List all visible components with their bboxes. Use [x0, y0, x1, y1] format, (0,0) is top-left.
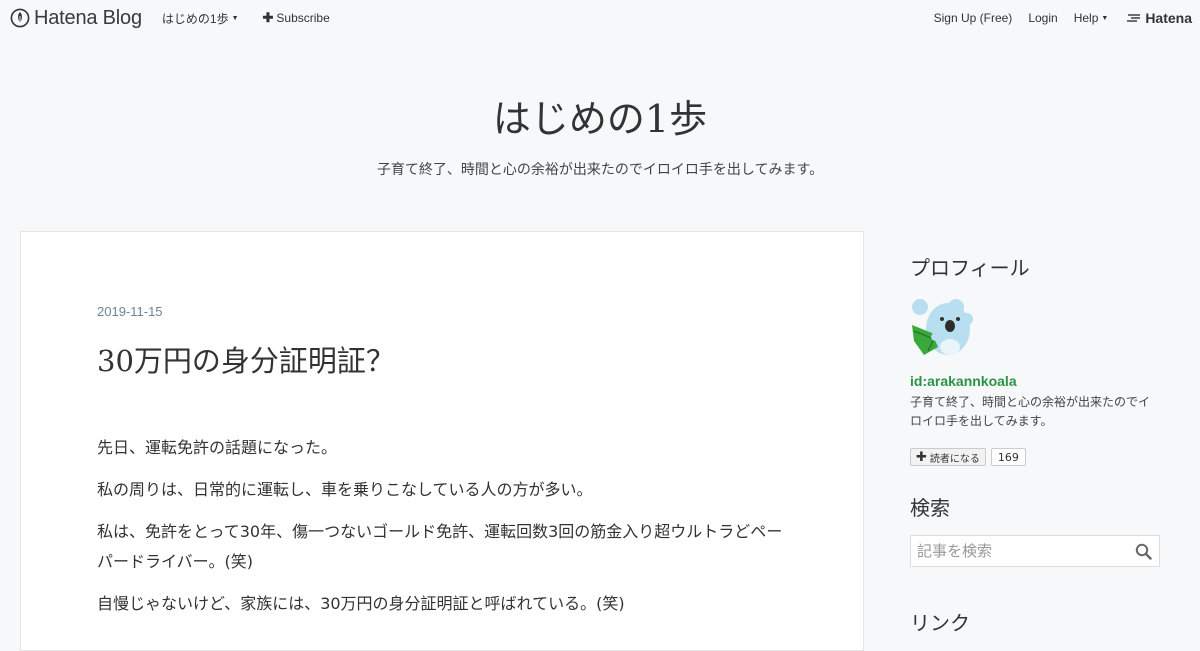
- plus-icon: ✚: [262, 10, 274, 25]
- caret-down-icon: ▼: [231, 14, 239, 22]
- topbar-right: Sign Up (Free) Login Help ▼ Hatena: [934, 0, 1200, 36]
- search-module-title: 検索: [910, 496, 950, 520]
- entry-paragraph: 先日、運転免許の話題になった。: [97, 438, 338, 457]
- search-input[interactable]: [911, 536, 1121, 566]
- signup-link[interactable]: Sign Up (Free): [934, 11, 1013, 25]
- hatena-mark-icon: [1127, 14, 1141, 22]
- top-navigation-bar: Hatena Blog はじめの1歩 ▼ ✚ Subscribe Sign Up…: [0, 0, 1200, 36]
- caret-down-icon: ▼: [1101, 14, 1109, 22]
- pen-nib-icon: [10, 8, 30, 28]
- search-icon[interactable]: [1135, 543, 1152, 560]
- entry-card: 2019-11-15 30万円の身分証明証？ 先日、運転免許の話題になった。 私…: [20, 231, 864, 651]
- help-label: Help: [1073, 11, 1099, 25]
- blog-description: 子育て終了、時間と心の余裕が出来たのでイロイロ手を出してみます。: [376, 162, 824, 178]
- search-form: [910, 535, 1160, 567]
- blog-menu-dropdown[interactable]: はじめの1歩 ▼: [162, 10, 239, 27]
- brand-name: Hatena Blog: [34, 6, 142, 29]
- profile-id-link[interactable]: id:arakannkoala: [910, 373, 1160, 389]
- entry-paragraph: 私の周りは、日常的に運転し、車を乗りこなしている人の方が多い。: [97, 480, 593, 499]
- become-reader-label: 読者になる: [929, 453, 980, 465]
- entry-paragraph: 自慢じゃないけど、家族には、30万円の身分証明証と呼ばれている。(笑): [97, 594, 625, 613]
- profile-description: 子育て終了、時間と心の余裕が出来たのでイロイロ手を出してみます。: [910, 395, 1151, 428]
- sidebar: プロフィール id:arakannkoala 子育て終了、時間と心の余裕が出来た…: [910, 252, 1160, 636]
- profile-module-title: プロフィール: [910, 256, 1030, 280]
- become-reader-button[interactable]: ✚ 読者になる: [910, 448, 986, 466]
- entry-body: 先日、運転免許の話題になった。 私の周りは、日常的に運転し、車を乗りこなしている…: [97, 433, 797, 631]
- reader-row: ✚ 読者になる 169: [910, 448, 1160, 466]
- topbar-left: Hatena Blog はじめの1歩 ▼ ✚ Subscribe: [0, 0, 330, 36]
- blog-title[interactable]: はじめの1歩: [0, 88, 1200, 143]
- login-link[interactable]: Login: [1028, 11, 1057, 25]
- entry-paragraph: 私は、免許をとって30年、傷一つないゴールド免許、運転回数3回の筋金入り超ウルト…: [97, 522, 783, 571]
- subscribe-button[interactable]: ✚ Subscribe: [263, 10, 330, 26]
- blog-menu-label: はじめの1歩: [161, 11, 229, 26]
- reader-count-badge: 169: [990, 448, 1026, 466]
- entry-date[interactable]: 2019-11-15: [97, 304, 163, 319]
- subscribe-label: Subscribe: [276, 11, 330, 25]
- hatena-wordmark: Hatena: [1145, 10, 1192, 26]
- entry-title[interactable]: 30万円の身分証明証？: [97, 338, 395, 380]
- hatena-logo[interactable]: Hatena: [1126, 10, 1192, 26]
- hatena-blog-logo[interactable]: Hatena Blog: [10, 7, 142, 30]
- links-module-title: リンク: [910, 611, 970, 635]
- help-dropdown[interactable]: Help ▼: [1074, 11, 1109, 25]
- plus-icon: ✚: [916, 449, 927, 465]
- avatar[interactable]: [910, 297, 974, 361]
- blog-header: はじめの1歩 子育て終了、時間と心の余裕が出来たのでイロイロ手を出してみます。: [0, 88, 1200, 179]
